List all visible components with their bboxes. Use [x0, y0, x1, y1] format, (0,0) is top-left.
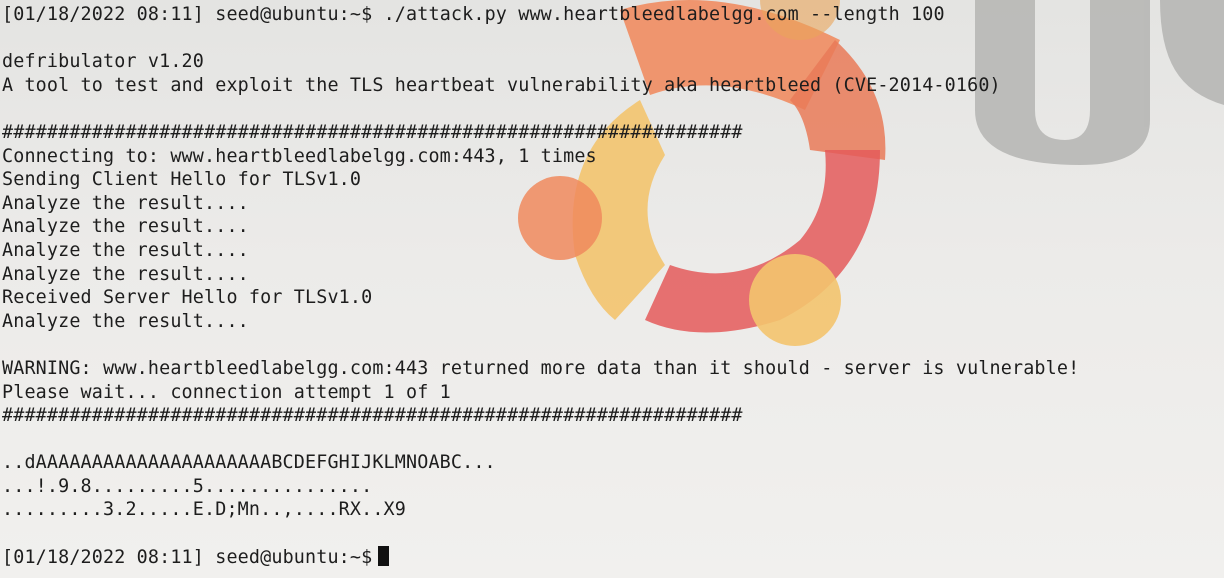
server-hello-line: Received Server Hello for TLSv1.0 [2, 287, 373, 309]
analyze-line: Analyze the result.... [2, 239, 249, 261]
command-line: [01/18/2022 08:11] seed@ubuntu:~$ ./atta… [2, 3, 1224, 27]
prompt-date: [01/18/2022 08:11] [2, 546, 204, 568]
analyze-line: Analyze the result.... [2, 310, 249, 332]
dump-line-2: ...!.9.8.........5............... [2, 475, 373, 497]
analyze-line: Analyze the result.... [2, 192, 249, 214]
command-text: ./attack.py www.heartbleedlabelgg.com --… [383, 4, 945, 25]
analyze-line: Analyze the result.... [2, 216, 249, 238]
separator-line: ########################################… [2, 121, 743, 143]
final-prompt-line[interactable]: [01/18/2022 08:11] seed@ubuntu:~$ [2, 545, 1224, 570]
prompt-date: [01/18/2022 08:11] [2, 4, 204, 25]
warning-line: WARNING: www.heartbleedlabelgg.com:443 r… [2, 357, 1080, 379]
please-wait-line: Please wait... connection attempt 1 of 1 [2, 381, 451, 403]
terminal-window[interactable]: [01/18/2022 08:11] seed@ubuntu:~$ ./atta… [2, 3, 1224, 575]
connecting-line: Connecting to: www.heartbleedlabelgg.com… [2, 145, 597, 167]
prompt-user: seed@ubuntu:~$ [215, 4, 373, 25]
prompt-user: seed@ubuntu:~$ [215, 546, 373, 568]
separator-line: ########################################… [2, 405, 743, 427]
text-cursor[interactable] [378, 545, 390, 566]
tool-description-line: A tool to test and exploit the TLS heart… [2, 74, 1001, 96]
dump-line-1: ..dAAAAAAAAAAAAAAAAAAAAABCDEFGHIJKLMNOAB… [2, 452, 496, 474]
dump-line-3: .........3.2.....E.D;Mn..,....RX..X9 [2, 499, 406, 521]
client-hello-line: Sending Client Hello for TLSv1.0 [2, 169, 362, 191]
tool-name-line: defribulator v1.20 [2, 51, 204, 73]
analyze-line: Analyze the result.... [2, 263, 249, 285]
